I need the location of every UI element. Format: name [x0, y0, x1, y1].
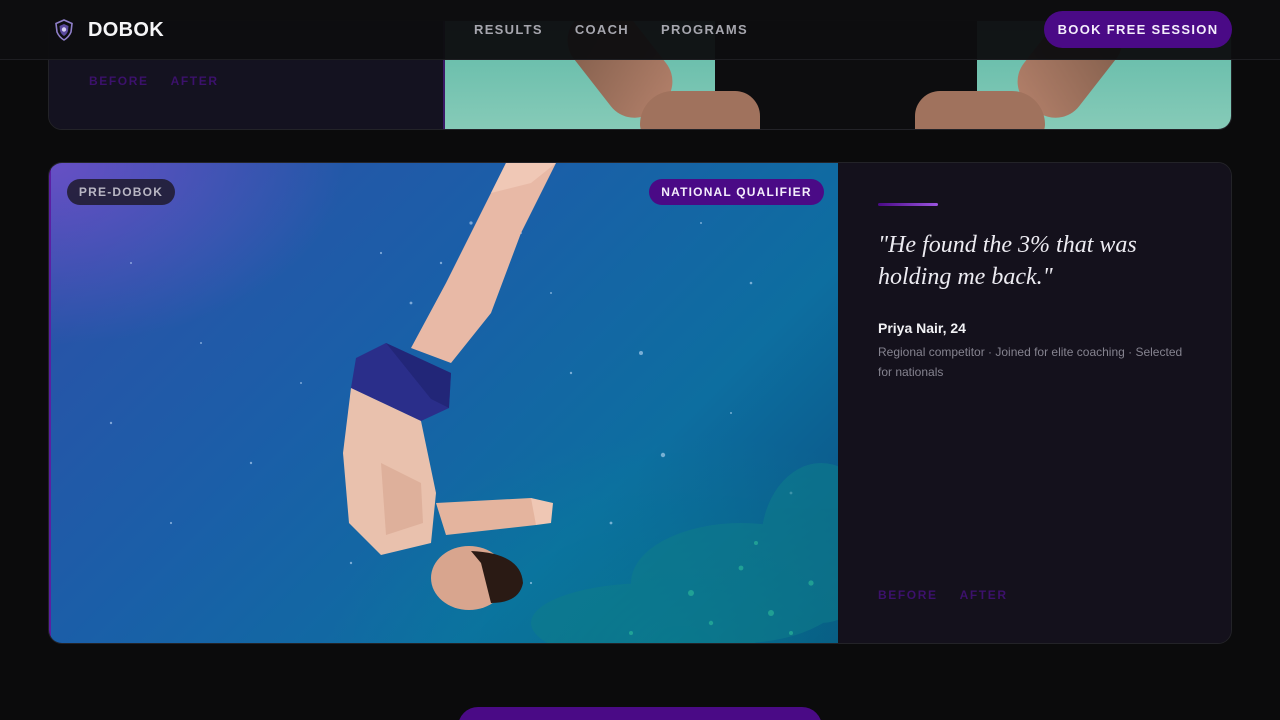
before-toggle[interactable]: BEFORE — [89, 74, 149, 88]
before-after-toggle: BEFORE AFTER — [878, 588, 1008, 602]
main-nav: RESULTS COACH PROGRAMS — [474, 22, 780, 38]
national-qualifier-badge: NATIONAL QUALIFIER — [649, 179, 824, 205]
nav-link-programs[interactable]: PROGRAMS — [661, 22, 748, 38]
brand-name: DOBOK — [88, 18, 164, 41]
before-toggle[interactable]: BEFORE — [878, 588, 938, 602]
nav-link-coach[interactable]: COACH — [575, 22, 629, 38]
photo-hand-left — [640, 91, 760, 129]
quote-panel: "He found the 3% that was holding me bac… — [838, 163, 1231, 643]
bottom-cta-button[interactable] — [458, 707, 822, 720]
testimonial-quote: "He found the 3% that was holding me bac… — [878, 232, 1137, 290]
before-after-toggle: BEFORE AFTER — [89, 74, 219, 88]
nav-link-results[interactable]: RESULTS — [474, 22, 543, 38]
pre-dobok-badge: PRE-DOBOK — [67, 179, 175, 205]
after-toggle[interactable]: AFTER — [960, 588, 1008, 602]
testimonial-card: PRE-DOBOK NATIONAL QUALIFIER "He found t… — [48, 162, 1232, 644]
swimmer-illustration — [109, 163, 838, 643]
site-header: DOBOK RESULTS COACH PROGRAMS BOOK FREE S… — [0, 0, 1280, 60]
book-free-session-button[interactable]: BOOK FREE SESSION — [1044, 11, 1232, 48]
photo-hand-right — [915, 91, 1045, 129]
athlete-name: Priya Nair, 24 — [878, 320, 966, 336]
accent-divider — [878, 203, 938, 206]
swimmer-underwater-photo: PRE-DOBOK NATIONAL QUALIFIER — [49, 163, 838, 643]
after-toggle[interactable]: AFTER — [171, 74, 219, 88]
brand-logo-link[interactable]: DOBOK — [54, 18, 164, 42]
athlete-description: Regional competitor · Joined for elite c… — [878, 345, 1183, 379]
shield-logo-icon — [55, 19, 73, 41]
